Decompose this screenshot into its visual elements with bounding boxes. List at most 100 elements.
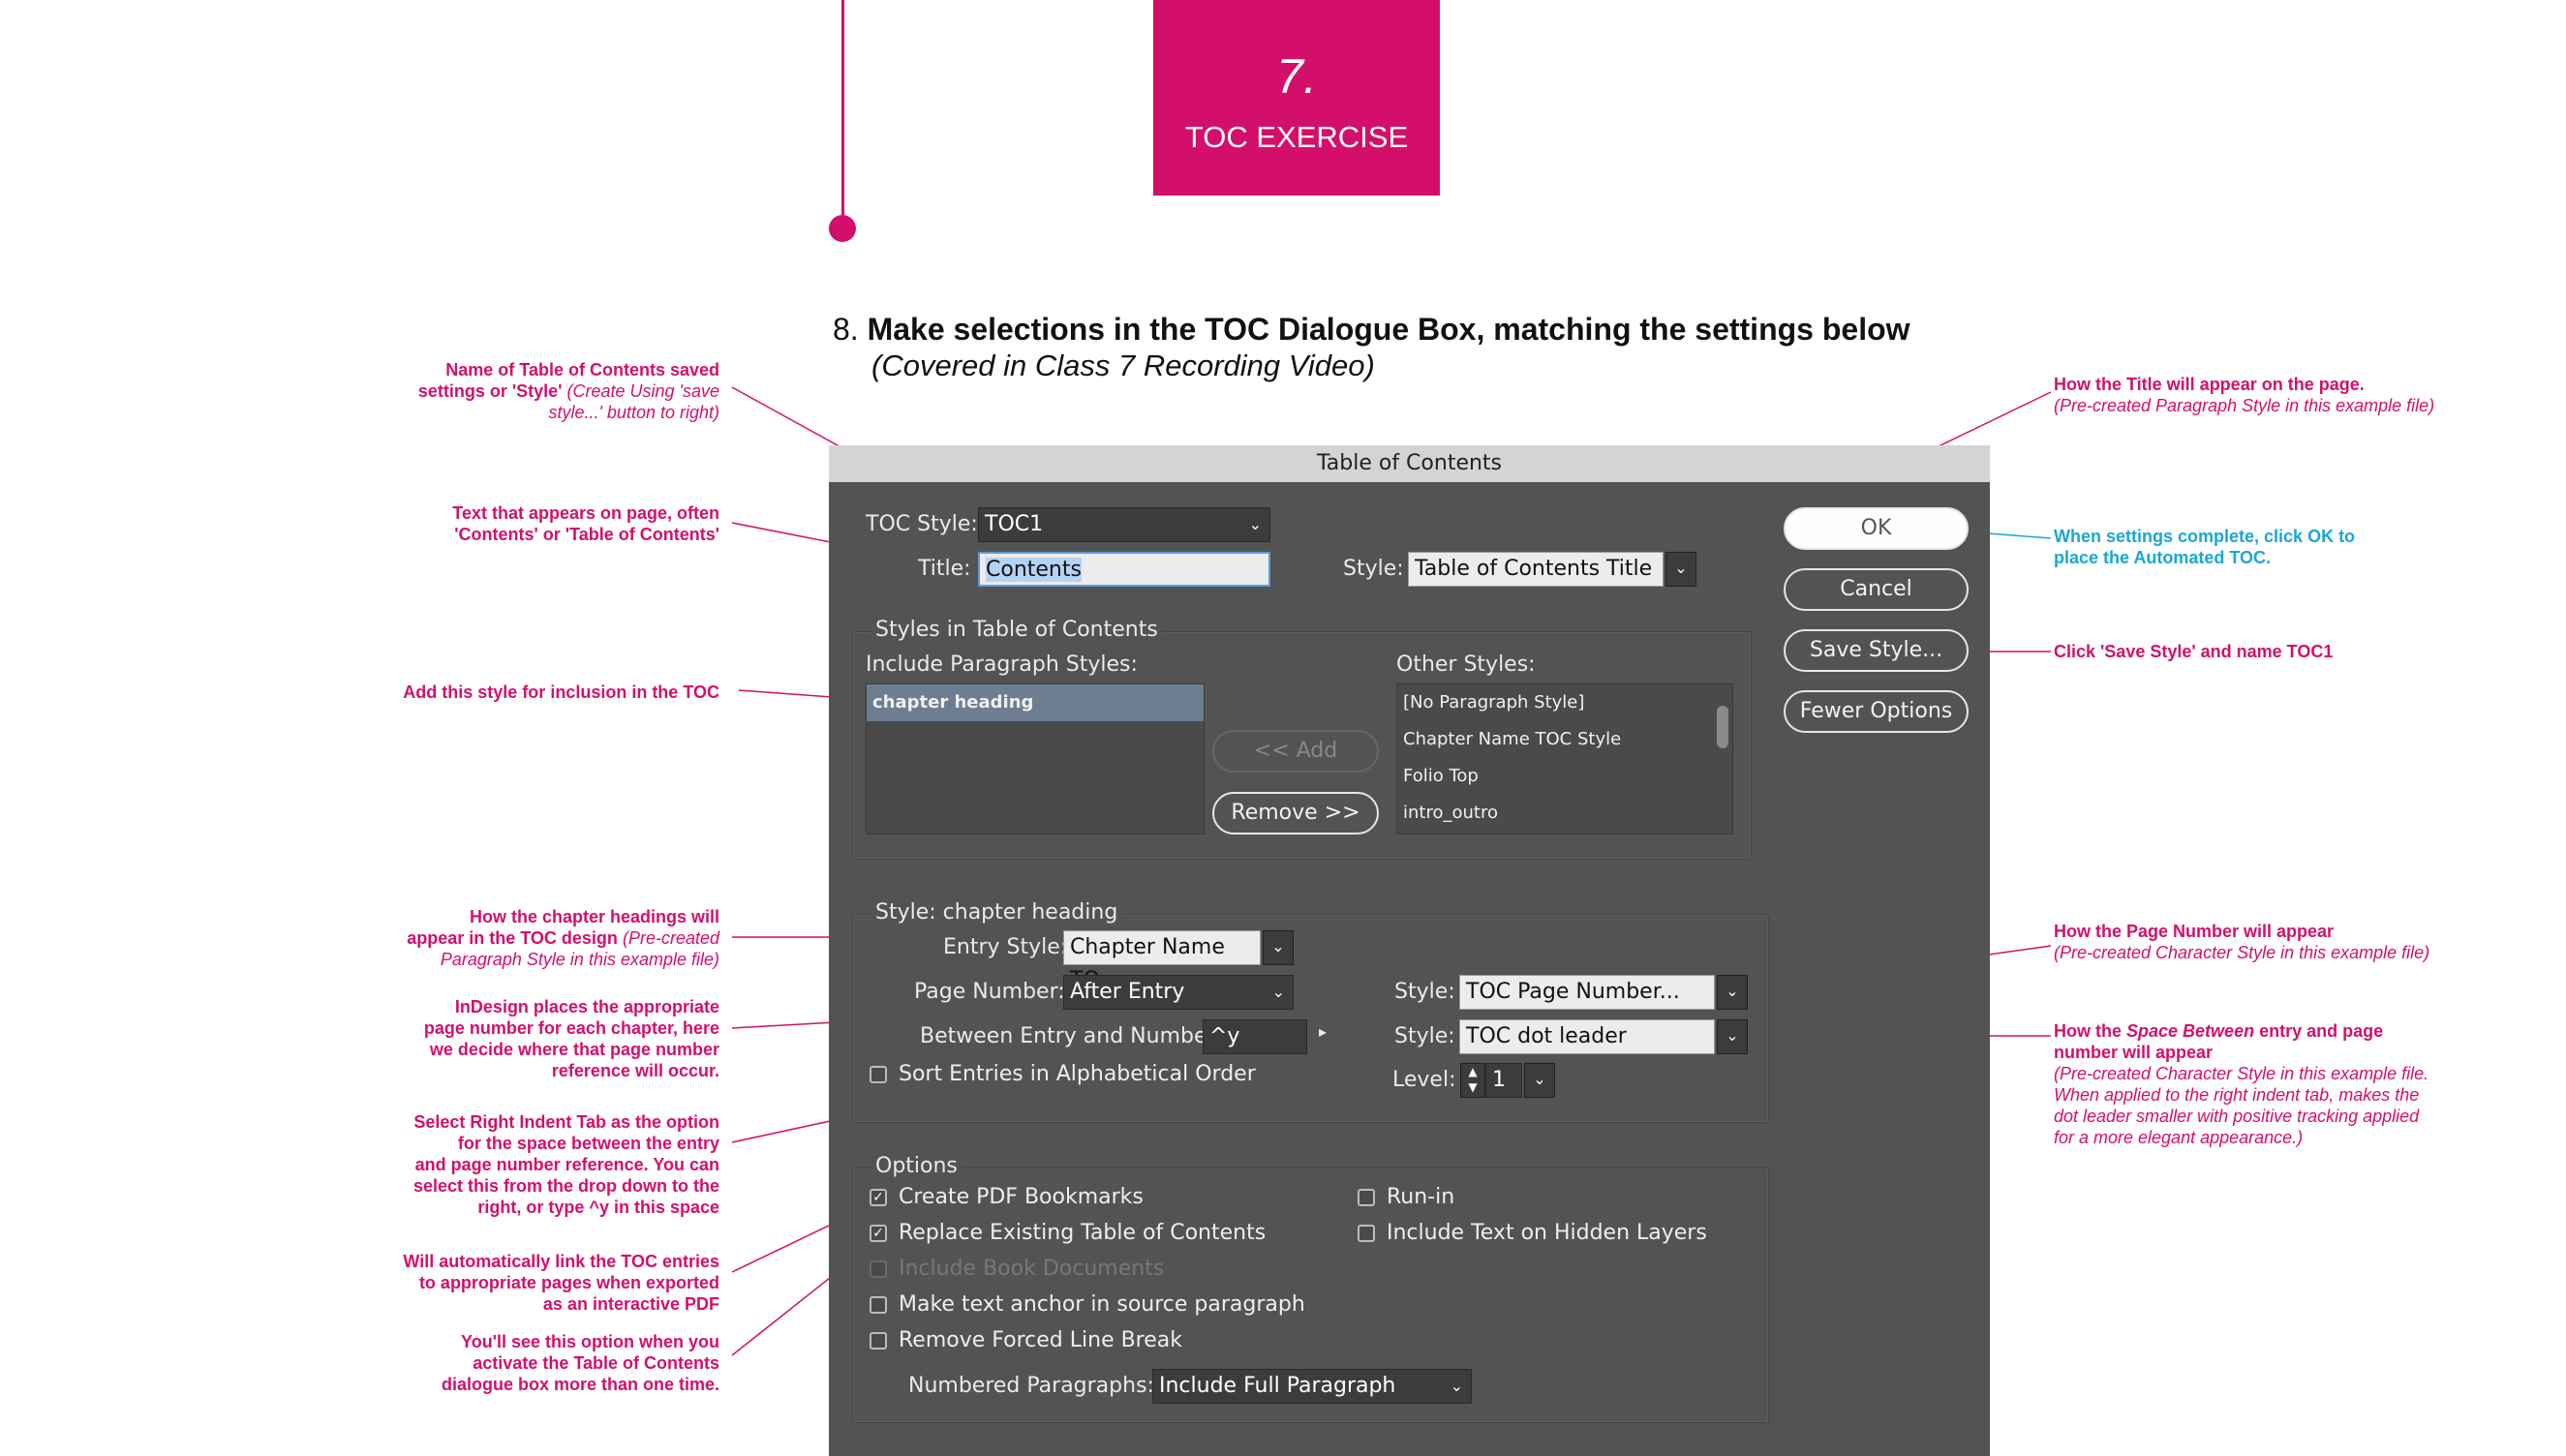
- annotation-text: settings or 'Style': [417, 381, 563, 401]
- linebreak-label: Remove Forced Line Break: [899, 1328, 1183, 1352]
- annotation-note: (Pre-created Character Style in this exa…: [2054, 943, 2430, 962]
- between-style-select[interactable]: TOC dot leader: [1459, 1019, 1715, 1054]
- cancel-button[interactable]: Cancel: [1784, 568, 1969, 611]
- annotation-line: settings or 'Style' (Create Using 'save: [368, 380, 719, 402]
- annotation-pagenum: How the Page Number will appear (Pre-cre…: [2054, 921, 2557, 963]
- between-input[interactable]: ^y: [1203, 1019, 1307, 1054]
- annotation-replace: You'll see this option when you activate…: [368, 1331, 719, 1395]
- replace-checkbox[interactable]: ✓: [870, 1225, 887, 1242]
- book-docs-label: Include Book Documents: [899, 1257, 1165, 1281]
- annotation-line: Will automatically link the TOC entries: [403, 1252, 719, 1271]
- annotation-note: style...' button to right): [548, 403, 719, 422]
- chevron-down-icon[interactable]: ⌄: [1524, 1063, 1555, 1098]
- between-label: Between Entry and Number:: [920, 1024, 1223, 1048]
- annotation-space: How the Space Between entry and page num…: [2054, 1020, 2557, 1148]
- ok-button[interactable]: OK: [1784, 507, 1969, 550]
- chevron-down-icon[interactable]: ⌄: [1717, 1019, 1748, 1054]
- annotation-line: we decide where that page number: [429, 1040, 719, 1059]
- annotation-title-style: How the Title will appear on the page. (…: [2054, 374, 2557, 416]
- annotation-title: Text that appears on page, often 'Conten…: [368, 502, 719, 545]
- other-styles-label: Other Styles:: [1396, 652, 1536, 677]
- chevron-down-icon: ⌄: [1450, 1377, 1463, 1395]
- add-button[interactable]: << Add: [1212, 730, 1379, 773]
- annotation-emphasis: Space Between: [2126, 1021, 2255, 1041]
- annotation-line: When settings complete, click OK to: [2054, 527, 2356, 546]
- annotation-line: InDesign places the appropriate: [454, 997, 719, 1016]
- toc-dialog: Table of Contents TOC Style: TOC1 ⌄ Titl…: [829, 445, 1990, 1456]
- include-styles-list[interactable]: chapter heading: [866, 683, 1205, 834]
- book-docs-checkbox[interactable]: [870, 1260, 887, 1278]
- page-style-label: Style:: [1394, 980, 1455, 1004]
- title-value: Contents: [986, 558, 1082, 582]
- anchor-checkbox[interactable]: [870, 1296, 887, 1314]
- annotation-note: When applied to the right indent tab, ma…: [2054, 1085, 2420, 1105]
- entry-style-select[interactable]: Chapter Name TO...: [1063, 930, 1261, 992]
- annotation-line: Select Right Indent Tab as the option: [413, 1112, 719, 1132]
- annotation-line: place the Automated TOC.: [2054, 548, 2272, 567]
- chevron-down-icon: ⌄: [1248, 515, 1262, 533]
- annotation-line: How the Page Number will appear: [2054, 922, 2335, 941]
- page-number-select[interactable]: After Entry ⌄: [1063, 975, 1294, 1010]
- title-style-select[interactable]: Table of Contents Title: [1408, 552, 1664, 587]
- annotation-line: You'll see this option when you: [461, 1332, 719, 1351]
- annotation-include: Add this style for inclusion in the TOC: [403, 682, 719, 702]
- list-item[interactable]: [No Paragraph Style]: [1397, 684, 1732, 721]
- annotation-line: (Pre-created Character Style in this exa…: [2054, 942, 2557, 963]
- title-style-label: Style:: [1343, 557, 1404, 581]
- chevron-down-icon: ⌄: [1271, 983, 1285, 1001]
- annotation-line: Paragraph Style in this example file): [368, 949, 719, 970]
- list-item[interactable]: Folio Top: [1397, 758, 1732, 795]
- title-input[interactable]: Contents: [978, 552, 1270, 587]
- scrollbar-thumb[interactable]: [1717, 706, 1728, 748]
- list-item[interactable]: chapter heading: [867, 684, 1204, 721]
- toc-style-label: TOC Style:: [866, 512, 978, 536]
- bookmarks-checkbox[interactable]: ✓: [870, 1189, 887, 1206]
- annotation-line: for a more elegant appearance.): [2054, 1127, 2557, 1148]
- annotation-line: 'Contents' or 'Table of Contents': [454, 525, 719, 544]
- list-item[interactable]: intro_outro: [1397, 795, 1732, 832]
- annotation-line: (Pre-created Character Style in this exa…: [2054, 1063, 2557, 1084]
- annotation-note: (Create Using 'save: [566, 381, 720, 401]
- bookmarks-label: Create PDF Bookmarks: [899, 1185, 1144, 1209]
- page-number-style-select[interactable]: TOC Page Number...: [1459, 975, 1715, 1010]
- save-style-button[interactable]: Save Style...: [1784, 629, 1969, 672]
- annotation-line: How the Space Between entry and page: [2054, 1020, 2557, 1042]
- list-item[interactable]: Chapter Name TOC Style: [1397, 721, 1732, 758]
- sort-checkbox[interactable]: [870, 1066, 887, 1083]
- triangle-right-icon[interactable]: ▸: [1319, 1022, 1327, 1041]
- annotation-text: entry and page: [2259, 1021, 2384, 1041]
- chevron-down-icon[interactable]: ⌄: [1263, 930, 1294, 965]
- annotation-line: Name of Table of Contents saved: [445, 360, 719, 379]
- annotation-page: InDesign places the appropriate page num…: [368, 996, 719, 1081]
- dialog-titlebar: Table of Contents: [829, 445, 1990, 482]
- other-styles-list[interactable]: [No Paragraph Style] Chapter Name TOC St…: [1396, 683, 1733, 834]
- annotation-line: select this from the drop down to the: [412, 1176, 719, 1196]
- annotation-line: appear in the TOC design (Pre-created: [368, 927, 719, 949]
- fewer-options-button[interactable]: Fewer Options: [1784, 690, 1969, 733]
- toc-style-value: TOC1: [985, 512, 1044, 536]
- between-style-label: Style:: [1394, 1024, 1455, 1048]
- hidden-layers-checkbox[interactable]: [1358, 1225, 1375, 1242]
- toc-style-select[interactable]: TOC1 ⌄: [978, 507, 1270, 542]
- annotation-line: dialogue box more than one time.: [441, 1375, 719, 1394]
- annotation-note: (Pre-created: [622, 928, 719, 948]
- annotation-line: and page number reference. You can: [414, 1155, 719, 1174]
- annotation-line: right, or type ^y in this space: [477, 1198, 719, 1217]
- chevron-down-icon[interactable]: ⌄: [1665, 552, 1696, 587]
- level-input[interactable]: 1: [1485, 1063, 1522, 1098]
- runin-checkbox[interactable]: [1358, 1189, 1375, 1206]
- runin-label: Run-in: [1387, 1185, 1455, 1209]
- chevron-down-icon[interactable]: ⌄: [1717, 975, 1748, 1010]
- linebreak-checkbox[interactable]: [870, 1332, 887, 1350]
- level-label: Level:: [1392, 1068, 1456, 1092]
- annotation-save: Click 'Save Style' and name TOC1: [2054, 642, 2334, 661]
- remove-button[interactable]: Remove >>: [1212, 792, 1379, 834]
- level-stepper[interactable]: ▲ ▼: [1460, 1063, 1485, 1098]
- include-styles-label: Include Paragraph Styles:: [866, 652, 1138, 677]
- annotation-note: Paragraph Style in this example file): [440, 950, 719, 969]
- numbered-select[interactable]: Include Full Paragraph ⌄: [1152, 1369, 1472, 1404]
- annotation-between: Select Right Indent Tab as the option fo…: [368, 1111, 719, 1218]
- annotation-note: dot leader smaller with positive trackin…: [2054, 1107, 2420, 1126]
- annotation-line: How the Title will appear on the page.: [2054, 375, 2365, 394]
- replace-label: Replace Existing Table of Contents: [899, 1221, 1267, 1245]
